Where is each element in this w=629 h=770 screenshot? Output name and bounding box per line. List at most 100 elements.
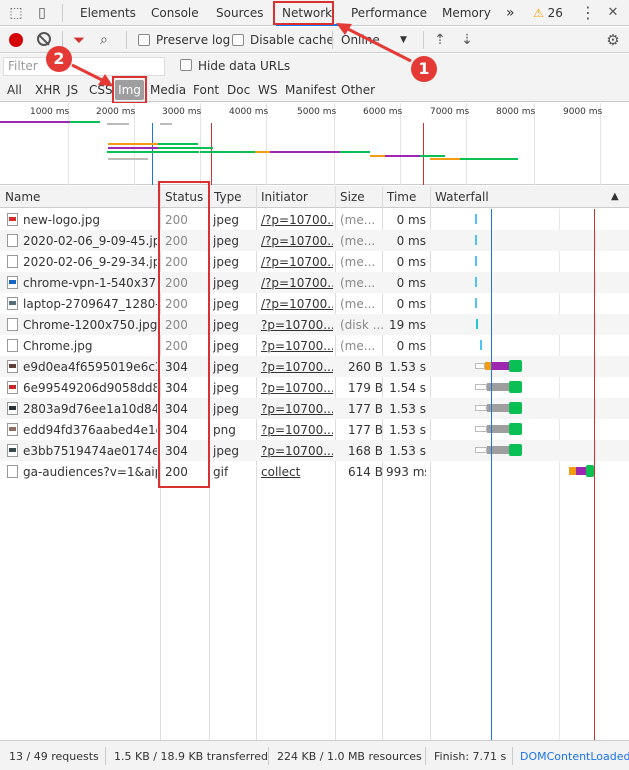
gear-icon[interactable]: ⚙	[604, 31, 622, 49]
type-manifest[interactable]: Manifest	[285, 83, 336, 97]
filter-icon[interactable]: ⏷	[73, 31, 85, 49]
type-xhr[interactable]: XHR	[35, 83, 61, 97]
request-size: 168 B	[348, 444, 383, 458]
type-all[interactable]: All	[7, 83, 22, 97]
image-file-icon	[7, 234, 18, 247]
table-row[interactable]: 2020-02-06_9-09-45.jpg 200 jpeg /?p=1070…	[0, 230, 629, 251]
image-file-icon	[7, 381, 18, 394]
type-css[interactable]: CSS	[89, 83, 113, 97]
waterfall-bar	[475, 298, 477, 308]
type-ws[interactable]: WS	[258, 83, 277, 97]
record-button[interactable]	[9, 33, 23, 47]
request-initiator[interactable]: /?p=10700...	[261, 297, 333, 311]
request-size: (me...	[340, 276, 376, 290]
load-event-line	[594, 209, 595, 740]
sort-ascending-icon[interactable]: ▲	[611, 191, 619, 202]
resources-size: 224 KB / 1.0 MB resources	[277, 750, 422, 763]
table-row[interactable]: 2020-02-06_9-29-34.jpg 200 jpeg /?p=1070…	[0, 251, 629, 272]
request-time: 1.53 s	[389, 423, 426, 437]
request-size: (me...	[340, 255, 376, 269]
request-initiator[interactable]: ?p=10700...	[261, 381, 333, 395]
divider	[332, 31, 333, 49]
tab-memory[interactable]: Memory	[436, 0, 497, 26]
request-size: (me...	[340, 297, 376, 311]
request-initiator[interactable]: ?p=10700...	[261, 360, 333, 374]
column-time[interactable]: Time	[387, 190, 416, 204]
request-type: jpeg	[213, 297, 239, 311]
close-icon[interactable]: ✕	[604, 4, 622, 22]
table-row[interactable]: chrome-vpn-1-540x37... 200 jpeg /?p=1070…	[0, 272, 629, 293]
request-initiator[interactable]: ?p=10700...	[261, 444, 333, 458]
hide-data-urls-checkbox[interactable]	[180, 59, 192, 71]
request-initiator[interactable]: /?p=10700...	[261, 276, 333, 290]
waterfall-bar-download	[509, 360, 522, 372]
type-font[interactable]: Font	[193, 83, 219, 97]
table-row[interactable]: new-logo.jpg 200 jpeg /?p=10700... (me..…	[0, 209, 629, 230]
request-initiator[interactable]: /?p=10700...	[261, 213, 333, 227]
image-file-icon	[7, 444, 18, 457]
column-name[interactable]: Name	[5, 190, 40, 204]
request-type: jpeg	[213, 339, 239, 353]
request-initiator[interactable]: ?p=10700...	[261, 423, 333, 437]
device-toolbar-icon[interactable]: ▯	[33, 4, 51, 22]
column-size[interactable]: Size	[340, 190, 365, 204]
request-name: Chrome-1200x750.jpg	[23, 318, 157, 332]
table-row[interactable]: e9d0ea4f6595019e6c3e... 304 jpeg ?p=1070…	[0, 356, 629, 377]
tab-elements[interactable]: Elements	[74, 0, 142, 26]
clear-button[interactable]	[37, 32, 51, 46]
column-waterfall[interactable]: Waterfall	[435, 190, 489, 204]
more-options-icon[interactable]: ⋮	[580, 3, 596, 22]
step-badge-1: 1	[411, 56, 437, 82]
request-time: 0 ms	[396, 234, 426, 248]
request-time: 1.53 s	[389, 444, 426, 458]
table-row[interactable]: 6e99549206d9058dd8... 304 jpeg ?p=10700.…	[0, 377, 629, 398]
request-initiator[interactable]: ?p=10700...	[261, 402, 333, 416]
waterfall-bar-queue	[475, 363, 485, 369]
request-size: 179 B	[348, 381, 383, 395]
table-row[interactable]: e3bb7519474ae0174e4... 304 jpeg ?p=10700…	[0, 440, 629, 461]
request-type: jpeg	[213, 276, 239, 290]
request-size: 177 B	[348, 423, 383, 437]
column-initiator[interactable]: Initiator	[261, 190, 308, 204]
divider	[268, 747, 269, 765]
filter-input[interactable]: Filter	[3, 57, 165, 76]
tab-sources[interactable]: Sources	[210, 0, 269, 26]
request-type: jpeg	[213, 381, 239, 395]
type-media[interactable]: Media	[150, 83, 186, 97]
type-doc[interactable]: Doc	[227, 83, 250, 97]
request-initiator[interactable]: ?p=10700...	[261, 318, 333, 332]
overview-bar	[108, 147, 158, 149]
dom-content-loaded-time: DOMContentLoaded	[520, 750, 629, 763]
preserve-log-checkbox[interactable]	[138, 34, 150, 46]
disable-cache-checkbox[interactable]	[232, 34, 244, 46]
more-tabs-button[interactable]: »	[500, 0, 521, 26]
type-other[interactable]: Other	[341, 83, 375, 97]
request-size: 614 B	[348, 465, 383, 479]
throttle-select[interactable]: Online	[341, 33, 380, 47]
type-js[interactable]: JS	[67, 83, 78, 97]
search-icon[interactable]: ⌕	[100, 31, 108, 49]
overview-load-line	[423, 123, 424, 185]
column-type[interactable]: Type	[214, 190, 242, 204]
table-row[interactable]: edd94fd376aabed4e1d... 304 png ?p=10700.…	[0, 419, 629, 440]
tab-performance[interactable]: Performance	[345, 0, 433, 26]
table-row[interactable]: laptop-2709647_1280-... 200 jpeg /?p=107…	[0, 293, 629, 314]
table-row[interactable]: Chrome.jpg 200 jpeg ?p=10700... (me... 0…	[0, 335, 629, 356]
request-name: ga-audiences?v=1&aip...	[23, 465, 157, 479]
table-row[interactable]: 2803a9d76ee1a10d84a... 304 jpeg ?p=10700…	[0, 398, 629, 419]
request-name: e3bb7519474ae0174e4...	[23, 444, 157, 458]
request-type: jpeg	[213, 255, 239, 269]
inspect-element-icon[interactable]: ⬚	[7, 4, 25, 22]
overview-tick-label: 8000 ms	[496, 107, 536, 117]
tab-console[interactable]: Console	[145, 0, 205, 26]
request-initiator[interactable]: collect	[261, 465, 333, 479]
table-row[interactable]: Chrome-1200x750.jpg 200 jpeg ?p=10700...…	[0, 314, 629, 335]
request-initiator[interactable]: ?p=10700...	[261, 339, 333, 353]
request-initiator[interactable]: /?p=10700...	[261, 234, 333, 248]
table-row[interactable]: ga-audiences?v=1&aip... 200 gif collect …	[0, 461, 629, 482]
import-har-icon[interactable]: ⇡	[431, 31, 449, 49]
warning-count[interactable]: ⚠ 26	[533, 0, 563, 26]
request-initiator[interactable]: /?p=10700...	[261, 255, 333, 269]
waterfall-bar-download	[586, 465, 594, 477]
export-har-icon[interactable]: ⇣	[458, 31, 476, 49]
